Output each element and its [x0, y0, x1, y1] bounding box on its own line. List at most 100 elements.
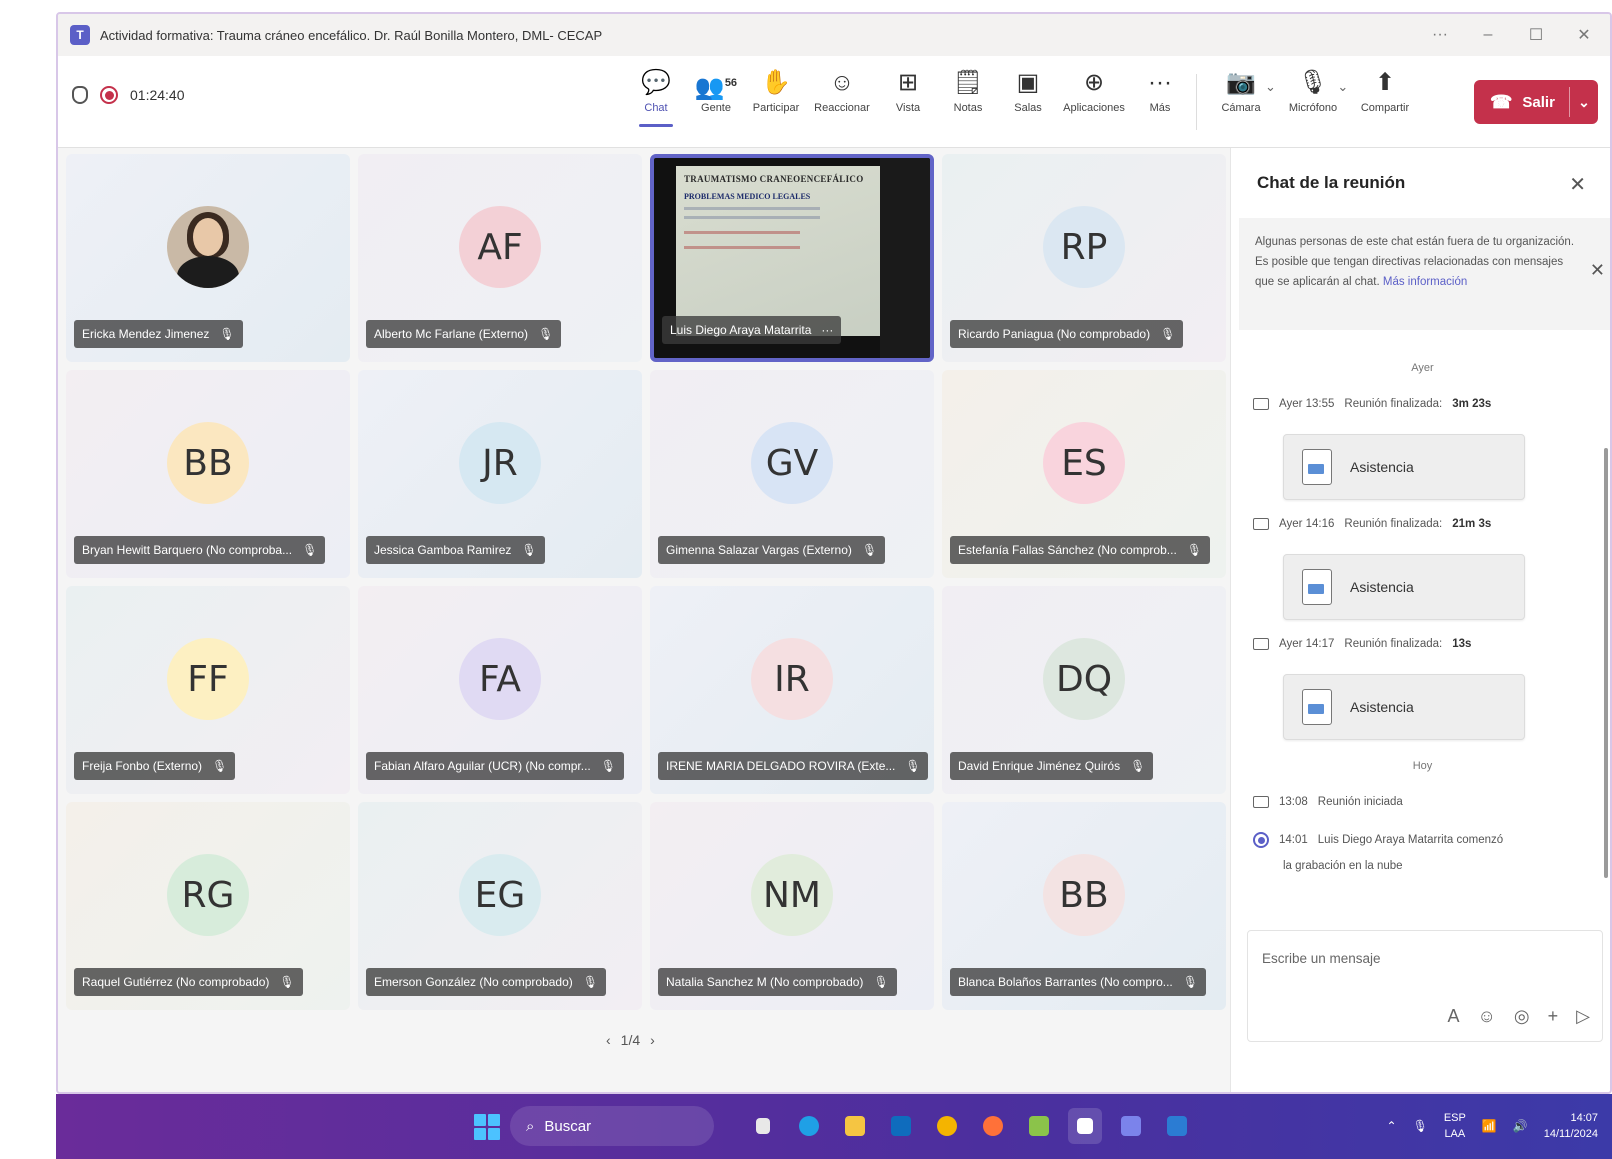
microphone-label: Micrófono	[1288, 102, 1338, 114]
more-button[interactable]: ··· Más	[1130, 66, 1190, 130]
participant-tile[interactable]: RG Raquel Gutiérrez (No comprobado) 🎙	[66, 802, 350, 1010]
leave-button[interactable]: ☎ Salir ⌄	[1474, 80, 1598, 124]
mic-muted-icon: 🎙	[521, 543, 537, 557]
attendance-card[interactable]: Asistencia	[1283, 554, 1525, 620]
participant-tile[interactable]: IR IRENE MARIA DELGADO ROVIRA (Exte... 🎙	[650, 586, 934, 794]
maximize-icon[interactable]: ☐	[1526, 25, 1546, 45]
outlook-icon[interactable]	[884, 1108, 918, 1144]
participant-tile[interactable]: BB Blanca Bolaños Barrantes (No compro...…	[942, 802, 1226, 1010]
participant-tile[interactable]: BB Bryan Hewitt Barquero (No comproba... 🎙	[66, 370, 350, 578]
camera-icon	[1253, 796, 1269, 808]
participant-name: Luis Diego Araya Matarrita	[670, 323, 812, 337]
apps-label: Aplicaciones	[1063, 102, 1125, 114]
chat-scrollbar[interactable]	[1604, 448, 1608, 878]
raise-hand-icon: ✋	[761, 69, 791, 96]
hang-up-icon: ☎	[1490, 91, 1513, 112]
participant-tile[interactable]: Ericka Mendez Jimenez 🎙	[66, 154, 350, 362]
participant-tile[interactable]: GV Gimenna Salazar Vargas (Externo) 🎙	[650, 370, 934, 578]
notes-button[interactable]: 🗒 Notas	[938, 66, 998, 130]
raise-hand-button[interactable]: ✋ Participar	[746, 66, 806, 130]
firefox-icon[interactable]	[976, 1108, 1010, 1144]
more-options-icon[interactable]: ···	[1430, 26, 1450, 44]
close-icon[interactable]: ✕	[1569, 172, 1586, 197]
participant-tile[interactable]: DQ David Enrique Jiménez Quirós 🎙	[942, 586, 1226, 794]
participant-name: Fabian Alfaro Aguilar (UCR) (No compr...	[374, 759, 591, 773]
camera-button[interactable]: 📷 ⌄ Cámara	[1205, 66, 1277, 130]
camera-icon	[1253, 398, 1269, 410]
event-time: 13:08	[1279, 796, 1308, 808]
microphone-button[interactable]: 🎙 ⌄ Micrófono	[1277, 66, 1349, 130]
app-brush-icon[interactable]	[1022, 1108, 1056, 1144]
more-info-link[interactable]: Más información	[1383, 276, 1467, 288]
send-icon[interactable]: ▷	[1576, 1006, 1590, 1027]
chevron-down-icon[interactable]: ⌄	[1570, 94, 1598, 111]
dismiss-notice-icon[interactable]: ✕	[1590, 260, 1605, 280]
edge-browser-icon[interactable]	[792, 1108, 826, 1144]
format-icon[interactable]: A	[1448, 1006, 1460, 1027]
chevron-down-icon[interactable]: ⌄	[1265, 70, 1276, 104]
share-icon: ⬆	[1374, 69, 1396, 96]
minimize-icon[interactable]: –	[1478, 26, 1498, 44]
mic-tray-icon[interactable]: 🎙	[1413, 1119, 1428, 1133]
message-input-placeholder[interactable]: Escribe un mensaje	[1262, 951, 1381, 966]
next-page-button[interactable]: ›	[650, 1032, 655, 1048]
volume-icon[interactable]: 🔊	[1513, 1119, 1528, 1133]
participant-name-tag: David Enrique Jiménez Quirós 🎙	[950, 752, 1154, 780]
task-view-icon[interactable]	[746, 1108, 780, 1144]
attendance-card[interactable]: Asistencia	[1283, 434, 1525, 500]
meeting-timer: 01:24:40	[130, 87, 185, 103]
people-icon: 👥56	[695, 66, 737, 101]
participant-tile[interactable]: AF Alberto Mc Farlane (Externo) 🎙	[358, 154, 642, 362]
chevron-down-icon[interactable]: ⌄	[1337, 70, 1348, 104]
emoji-icon[interactable]: ☺	[1478, 1006, 1496, 1027]
teams-taskbar-icon[interactable]	[1068, 1108, 1102, 1144]
shield-icon	[72, 86, 88, 104]
chevron-up-icon[interactable]: ⌃	[1387, 1119, 1397, 1133]
participant-tile[interactable]: FF Freija Fonbo (Externo) 🎙	[66, 586, 350, 794]
react-button[interactable]: ☺ Reaccionar	[806, 66, 878, 130]
participant-tile[interactable]: FA Fabian Alfaro Aguilar (UCR) (No compr.…	[358, 586, 642, 794]
attendance-card[interactable]: Asistencia	[1283, 674, 1525, 740]
camera-icon	[1253, 518, 1269, 530]
clock-time: 14:07	[1570, 1112, 1598, 1124]
word-icon[interactable]	[1160, 1108, 1194, 1144]
attach-plus-icon[interactable]: +	[1548, 1006, 1559, 1027]
prev-page-button[interactable]: ‹	[606, 1032, 611, 1048]
share-button[interactable]: ⬆ Compartir	[1349, 66, 1421, 130]
taskbar-search[interactable]: ⌕ Buscar	[510, 1106, 714, 1146]
chat-button[interactable]: 💬 Chat	[626, 66, 686, 130]
wifi-icon[interactable]: 📶	[1482, 1119, 1497, 1133]
language-indicator[interactable]: ESP LAA	[1444, 1110, 1466, 1142]
mic-muted-icon: 🎙	[219, 327, 235, 341]
compose-actions: A ☺ ◎ + ▷	[1448, 1006, 1590, 1027]
event-time: Ayer 14:16	[1279, 518, 1335, 530]
slide-line	[684, 231, 801, 234]
close-window-icon[interactable]: ✕	[1574, 25, 1594, 45]
file-explorer-icon[interactable]	[838, 1108, 872, 1144]
people-button[interactable]: 👥56 Gente	[686, 66, 746, 130]
mic-muted-icon: 🎙	[873, 975, 889, 989]
avatar: GV	[751, 422, 833, 504]
avatar: FF	[167, 638, 249, 720]
participant-tile[interactable]: JR Jessica Gamboa Ramirez 🎙	[358, 370, 642, 578]
participant-tile[interactable]: EG Emerson González (No comprobado) 🎙	[358, 802, 642, 1010]
participant-tile[interactable]: NM Natalia Sanchez M (No comprobado) 🎙	[650, 802, 934, 1010]
chrome-icon[interactable]	[930, 1108, 964, 1144]
clock[interactable]: 14:07 14/11/2024	[1544, 1110, 1598, 1142]
more-icon[interactable]: ···	[821, 323, 833, 337]
view-button[interactable]: ⊞ Vista	[878, 66, 938, 130]
apps-button[interactable]: ⊕ Aplicaciones	[1058, 66, 1130, 130]
share-label: Compartir	[1360, 102, 1410, 114]
participant-tile[interactable]: TRAUMATISMO CRANEOENCEFÁLICO PROBLEMAS ME…	[650, 154, 934, 362]
participant-tile[interactable]: RP Ricardo Paniagua (No comprobado) 🎙	[942, 154, 1226, 362]
people-label: Gente	[701, 102, 731, 114]
start-windows-icon[interactable]	[474, 1114, 500, 1140]
participant-name: Estefanía Fallas Sánchez (No comprob...	[958, 543, 1177, 557]
sticker-icon[interactable]: ◎	[1514, 1006, 1530, 1027]
participant-tile[interactable]: ES Estefanía Fallas Sánchez (No comprob..…	[942, 370, 1226, 578]
teams-notification-icon[interactable]	[1114, 1108, 1148, 1144]
event-text: Reunión finalizada:	[1344, 518, 1443, 530]
rooms-button[interactable]: ▣ Salas	[998, 66, 1058, 130]
message-compose-box[interactable]: Escribe un mensaje A ☺ ◎ + ▷	[1247, 930, 1603, 1042]
participant-grid: Ericka Mendez Jimenez 🎙 AF Alberto Mc Farla…	[66, 154, 1230, 1014]
